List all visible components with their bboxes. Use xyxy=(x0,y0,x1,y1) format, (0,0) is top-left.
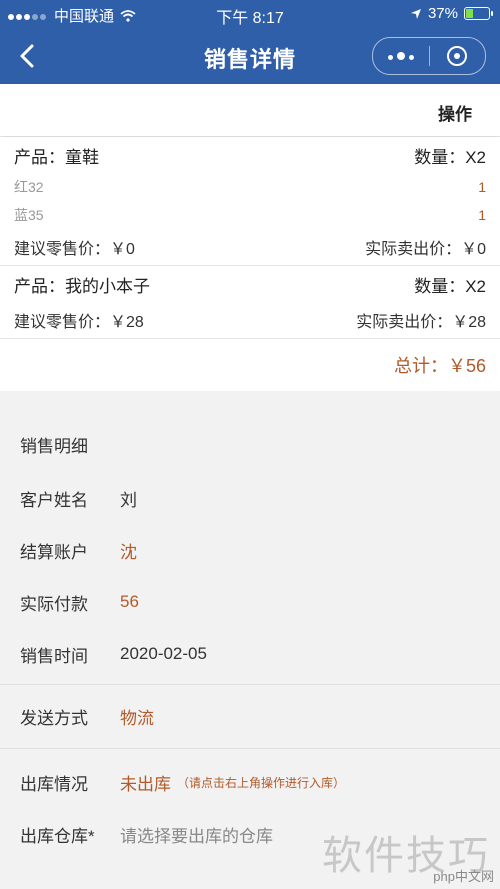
account-value: 沈 xyxy=(120,542,137,562)
retail-price: 建议零售价：￥28 xyxy=(14,314,144,331)
product-list: 产品：童鞋 数量：X2 红32 1 蓝35 1 建议零售价：￥0 实际卖出价：￥… xyxy=(0,137,500,391)
actual-price: 实际卖出价：￥0 xyxy=(365,241,486,258)
stock-status-hint: （请点击右上角操作进行入库） xyxy=(177,775,346,790)
retail-price: 建议零售价：￥0 xyxy=(14,241,135,258)
battery-percent: 37% xyxy=(427,5,458,22)
watermark-logo: php中文网 xyxy=(433,869,494,884)
stock-status-row: 出库情况 未出库 （请点击右上角操作进行入库） xyxy=(0,756,500,808)
stock-status-label: 出库情况 xyxy=(20,774,88,794)
stock-status-value: 未出库 xyxy=(120,774,171,794)
sale-time-label: 销售时间 xyxy=(20,646,88,666)
variant-count: 1 xyxy=(478,207,486,223)
account-label: 结算账户 xyxy=(20,542,88,562)
close-ring-icon xyxy=(447,46,468,66)
section-divider xyxy=(0,684,500,685)
actual-price: 实际卖出价：￥28 xyxy=(356,314,486,331)
nav-bar: 销售详情 xyxy=(0,28,500,84)
variant-count: 1 xyxy=(478,179,486,195)
variant-row: 红32 1 xyxy=(14,173,486,201)
section-divider xyxy=(0,748,500,749)
more-dots-icon xyxy=(386,47,416,65)
product-quantity: 数量：X2 xyxy=(414,147,486,167)
variant-name: 蓝35 xyxy=(14,207,44,223)
customer-row: 客户姓名 刘 xyxy=(0,472,500,524)
product-name: 产品：童鞋 xyxy=(14,147,99,167)
paid-row: 实际付款 56 xyxy=(0,576,500,628)
paid-label: 实际付款 xyxy=(20,594,88,614)
delivery-section: 发送方式 物流 xyxy=(0,690,500,742)
operation-bar: 操作 xyxy=(0,84,500,136)
delivery-label: 发送方式 xyxy=(20,708,88,728)
mini-program-capsule xyxy=(372,37,486,75)
account-row: 结算账户 沈 xyxy=(0,524,500,576)
sale-time-value: 2020-02-05 xyxy=(120,644,207,663)
section-header: 销售明细 xyxy=(20,436,88,456)
customer-label: 客户姓名 xyxy=(20,490,88,510)
delivery-row[interactable]: 发送方式 物流 xyxy=(0,690,500,742)
location-icon xyxy=(410,8,421,19)
total-row: 总计：￥56 xyxy=(0,339,500,391)
status-bar: 中国联通 下午 8:17 37% xyxy=(0,0,500,28)
total-amount: 总计：￥56 xyxy=(393,356,486,376)
product-item: 产品：童鞋 数量：X2 红32 1 蓝35 1 建议零售价：￥0 实际卖出价：￥… xyxy=(0,137,500,266)
variant-name: 红32 xyxy=(14,179,44,195)
warehouse-label: 出库仓库* xyxy=(20,826,95,846)
customer-value: 刘 xyxy=(120,490,137,510)
delivery-value: 物流 xyxy=(120,708,154,728)
close-button[interactable] xyxy=(430,38,486,74)
product-name: 产品：我的小本子 xyxy=(14,276,150,296)
operation-button[interactable]: 操作 xyxy=(438,100,472,125)
sales-detail-section: 销售明细 客户姓名 刘 结算账户 沈 实际付款 56 销售时间 2020-02-… xyxy=(0,416,500,680)
battery-icon xyxy=(464,7,493,20)
variant-row: 蓝35 1 xyxy=(14,201,486,229)
product-quantity: 数量：X2 xyxy=(414,276,486,296)
more-button[interactable] xyxy=(373,38,429,74)
product-item: 产品：我的小本子 数量：X2 建议零售价：￥28 实际卖出价：￥28 xyxy=(0,266,500,339)
warehouse-select[interactable]: 请选择要出库的仓库 xyxy=(120,822,273,847)
paid-value: 56 xyxy=(120,592,139,611)
sale-time-row: 销售时间 2020-02-05 xyxy=(0,628,500,680)
